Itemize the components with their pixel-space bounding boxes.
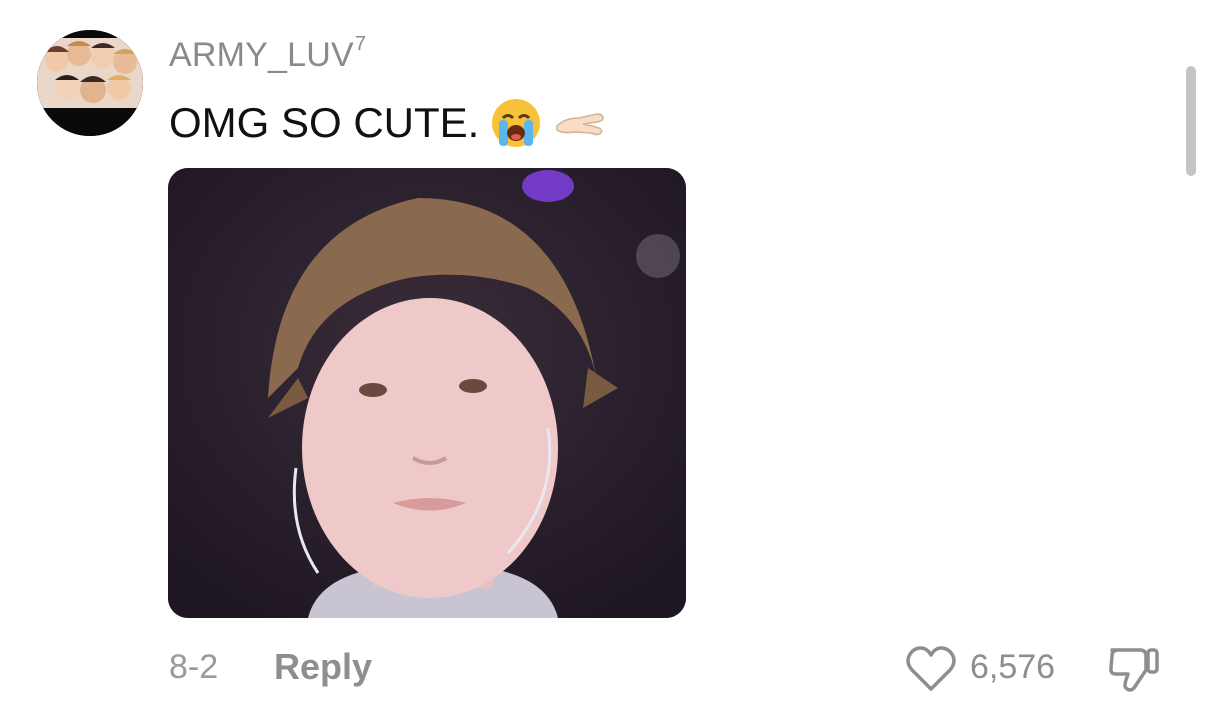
avatar[interactable] [37, 30, 143, 136]
comment-text: OMG SO CUTE. [169, 99, 480, 146]
heart-icon[interactable] [904, 644, 958, 694]
comment-date: 8-2 [169, 648, 219, 686]
comment-username[interactable]: ARMY_LUV7 [169, 32, 367, 75]
comment-body: OMG SO CUTE. [169, 96, 607, 150]
pinching-hand-icon [553, 96, 607, 150]
avatar-image [37, 30, 143, 136]
media-image [168, 168, 686, 618]
username-superscript: 7 [354, 32, 367, 55]
scrollbar[interactable] [1186, 66, 1196, 176]
like-count: 6,576 [970, 648, 1056, 686]
thumbs-down-icon[interactable] [1106, 644, 1162, 696]
comment-media[interactable] [168, 168, 686, 618]
username-text: ARMY_LUV [169, 36, 354, 74]
loudly-crying-face-icon [489, 96, 543, 150]
reply-button[interactable]: Reply [274, 646, 372, 688]
